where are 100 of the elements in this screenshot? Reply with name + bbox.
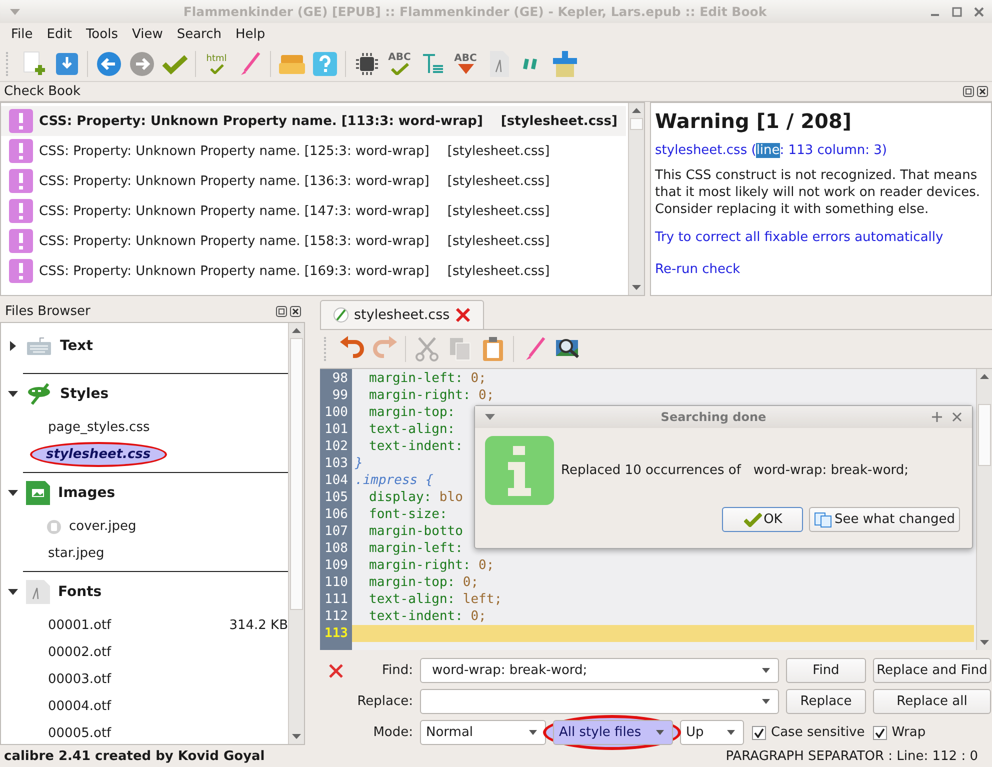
line-number: 108 <box>324 540 349 557</box>
checkmark-icon <box>874 728 885 738</box>
image-entry[interactable]: cover.jpeg <box>67 518 138 535</box>
code-line: margin-right: 0; <box>369 558 494 573</box>
scroll-down-icon[interactable] <box>632 285 641 290</box>
down-triangle-icon <box>458 64 474 74</box>
action-link[interactable]: Try to correct all fixable errors automatically <box>655 230 987 245</box>
code-line: text-align: left; <box>369 592 502 607</box>
code-line: margin-left: <box>369 541 463 556</box>
field-label: Replace: <box>356 694 413 709</box>
scroll-up-icon[interactable] <box>632 108 641 113</box>
code-line: text-align: <box>369 422 456 437</box>
warning-icon <box>9 169 33 193</box>
collapsed-arrow-icon[interactable] <box>8 341 18 351</box>
replace-field[interactable] <box>420 689 779 714</box>
folder-label[interactable]: Text <box>60 338 93 354</box>
expanded-arrow-icon[interactable] <box>8 389 18 399</box>
dialog-button[interactable]: OK <box>722 507 804 532</box>
folder-label[interactable]: Images <box>58 485 116 501</box>
line-number: 112 <box>324 608 349 625</box>
direction-dropdown[interactable]: Up <box>680 720 744 745</box>
spell-replace-button[interactable]: ABC <box>451 48 480 78</box>
folder-label[interactable]: Fonts <box>58 584 102 600</box>
replace-and-find-button[interactable]: Replace and Find <box>873 658 991 683</box>
code-line: margin-top: 0; <box>369 575 479 590</box>
replace-all-button[interactable]: Replace all <box>873 689 991 714</box>
scroll-up-icon[interactable] <box>980 374 989 379</box>
scroll-up-icon[interactable] <box>292 328 301 333</box>
action-link[interactable]: Re-run check <box>655 262 987 277</box>
float-icon[interactable] <box>276 306 287 316</box>
scrollbar-thumb[interactable] <box>978 404 991 466</box>
warning-icon <box>9 109 33 133</box>
close-icon[interactable] <box>290 306 301 316</box>
warning-icon <box>9 199 33 223</box>
menu-item[interactable]: Edit <box>40 27 79 42</box>
expanded-arrow-icon[interactable] <box>8 587 18 597</box>
line-number: 106 <box>324 506 349 523</box>
spell-check-button[interactable]: ABC <box>385 48 414 78</box>
code-line: .impress { <box>355 473 434 488</box>
expanded-arrow-icon[interactable] <box>8 488 18 498</box>
file-tab[interactable]: stylesheet.css <box>320 300 484 329</box>
info-icon <box>485 436 554 505</box>
check-list-item[interactable]: CSS: Property: Unknown Property name. [125:3: word-wrap] [stylesheet.css] <box>1 136 628 166</box>
stylesheet-entry[interactable]: page_styles.css <box>46 419 152 436</box>
check-list-item[interactable]: CSS: Property: Unknown Property name. [113:3: word-wrap] [stylesheet.css] <box>1 106 626 136</box>
pin-icon[interactable] <box>932 412 942 422</box>
line-number: 99 <box>331 387 349 404</box>
dialog-button[interactable]: See what changed <box>809 507 960 532</box>
find-button[interactable]: Find <box>786 658 866 683</box>
line-number: 105 <box>324 489 349 506</box>
scroll-down-icon[interactable] <box>980 640 989 645</box>
scrollbar-thumb[interactable] <box>630 118 643 130</box>
float-icon[interactable] <box>963 86 974 97</box>
font-entry[interactable]: 00002.otf <box>46 644 114 661</box>
menu-item[interactable]: Tools <box>78 27 125 42</box>
find-field[interactable]: word-wrap: break-word; <box>420 658 779 683</box>
image-entry[interactable]: star.jpeg <box>46 545 106 562</box>
code-line: margin-right: 0; <box>369 388 494 403</box>
font-entry[interactable]: 00003.otf <box>46 671 114 688</box>
menu-item[interactable]: View <box>124 27 170 42</box>
scroll-down-icon[interactable] <box>292 734 301 739</box>
check-list-item[interactable]: CSS: Property: Unknown Property name. [136:3: word-wrap] [stylesheet.css] <box>1 166 628 196</box>
scope-dropdown[interactable]: All style files <box>553 720 673 745</box>
mode-dropdown[interactable]: Normal <box>420 720 546 745</box>
maximize-icon[interactable] <box>952 6 962 16</box>
check-list-item[interactable]: CSS: Property: Unknown Property name. [169:3: word-wrap] [stylesheet.css] <box>1 256 628 286</box>
warning-icon <box>9 229 33 253</box>
font-entry[interactable]: 00005.otf <box>46 725 114 742</box>
file-location-link[interactable]: stylesheet.css (line: 113 column: 3) <box>655 143 987 158</box>
image-file-icon <box>26 481 50 505</box>
font-entry[interactable]: 00004.otf <box>46 698 114 715</box>
line-number: 110 <box>324 574 349 591</box>
compare-icon <box>814 512 832 528</box>
check-list-item[interactable]: CSS: Property: Unknown Property name. [147:3: word-wrap] [stylesheet.css] <box>1 196 628 226</box>
checkbox[interactable]: Wrap <box>872 725 926 740</box>
paint-tool-icon[interactable] <box>550 48 579 78</box>
code-line: margin-top: <box>369 405 456 420</box>
cursor-position: PARAGRAPH SEPARATOR : Line: 112 : 0 <box>726 748 978 764</box>
window-menu-icon[interactable] <box>10 8 20 14</box>
dialog-message: Replaced 10 occurrences of word-wrap: break-word; <box>561 463 909 478</box>
menu-item[interactable]: Help <box>228 27 272 42</box>
check-list-item[interactable]: CSS: Property: Unknown Property name. [158:3: word-wrap] [stylesheet.css] <box>1 226 628 256</box>
scrollbar-thumb[interactable] <box>290 338 303 610</box>
code-line: text-indent: <box>369 439 463 454</box>
checkbox[interactable]: Case sensitive <box>752 725 865 740</box>
menu-item[interactable]: Search <box>170 27 229 42</box>
line-number: 103 <box>324 455 349 472</box>
replace-button[interactable]: Replace <box>786 689 866 714</box>
font-entry[interactable]: 00001.otf <box>46 617 114 634</box>
scrollbar[interactable] <box>976 369 992 650</box>
dialog-menu-icon[interactable] <box>485 414 495 420</box>
scrollbar[interactable] <box>288 323 304 744</box>
line-number: 102 <box>324 438 349 455</box>
code-line: margin-left: 0; <box>369 371 486 386</box>
menu-item[interactable]: File <box>4 27 40 42</box>
scrollbar[interactable] <box>628 103 644 295</box>
warning-title: Warning [1 / 208] <box>655 109 852 133</box>
stylesheet-entry[interactable]: stylesheet.css <box>30 442 167 467</box>
folder-label[interactable]: Styles <box>60 386 109 402</box>
close-icon[interactable] <box>977 86 988 97</box>
